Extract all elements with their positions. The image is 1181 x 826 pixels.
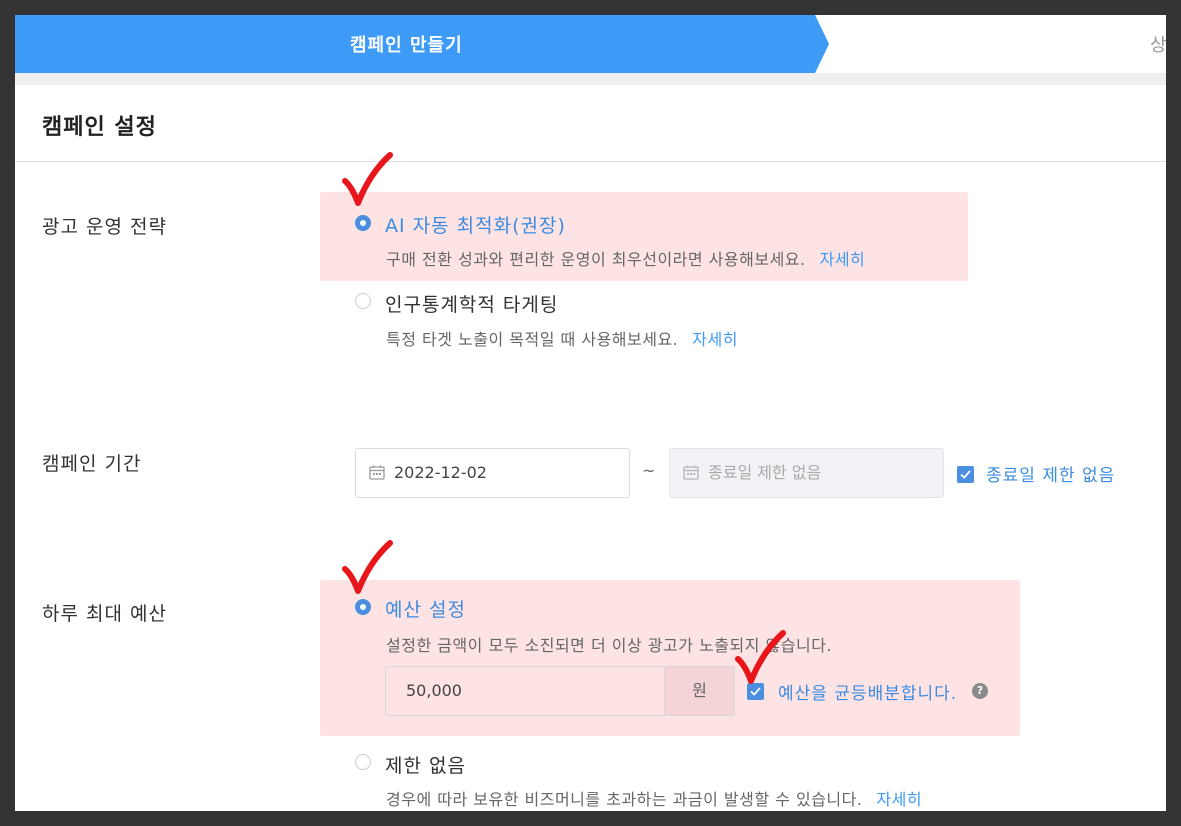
section-title: 캠페인 설정: [42, 115, 157, 140]
demographic-targeting-detail-link[interactable]: 자세히: [692, 330, 738, 349]
period-label: 캠페인 기간: [42, 453, 142, 475]
ai-optimize-title[interactable]: AI 자동 최적화(권장): [385, 211, 566, 238]
ai-optimize-desc-text: 구매 전환 성과와 편리한 운영이 최우선이라면 사용해보세요.: [386, 250, 806, 269]
calendar-icon: [683, 465, 699, 480]
radio-demographic-targeting[interactable]: [355, 293, 371, 309]
red-check-annotation: [342, 152, 393, 206]
end-date-input[interactable]: 종료일 제한 없음: [669, 448, 944, 498]
budget-label: 하루 최대 예산: [42, 603, 167, 625]
radio-budget-unlimited[interactable]: [355, 754, 371, 770]
strategy-label: 광고 운영 전략: [42, 216, 167, 238]
even-split-label[interactable]: 예산을 균등배분합니다.: [778, 679, 957, 704]
budget-unlimited-desc-text: 경우에 따라 보유한 비즈머니를 초과하는 과금이 발생할 수 있습니다.: [386, 790, 863, 809]
budget-unlimited-desc: 경우에 따라 보유한 비즈머니를 초과하는 과금이 발생할 수 있습니다. 자세히: [386, 786, 922, 810]
step-next-label[interactable]: 상: [1150, 31, 1166, 57]
checkbox-check-icon: [960, 470, 971, 479]
demographic-targeting-desc: 특정 타겟 노출이 목적일 때 사용해보세요. 자세히: [386, 326, 738, 350]
budget-unlimited-detail-link[interactable]: 자세히: [876, 790, 922, 809]
start-date-input[interactable]: 2022-12-02: [355, 448, 630, 498]
section-divider: [15, 161, 1166, 162]
radio-budget-set[interactable]: [355, 599, 371, 615]
budget-set-title[interactable]: 예산 설정: [385, 595, 466, 622]
step-arrow: [815, 15, 829, 73]
calendar-icon: [369, 465, 385, 480]
help-icon[interactable]: ?: [972, 683, 988, 699]
budget-amount-input[interactable]: 50,000: [385, 666, 665, 716]
budget-unit: 원: [665, 666, 735, 716]
ai-optimize-detail-link[interactable]: 자세히: [820, 250, 866, 269]
demographic-targeting-title[interactable]: 인구통계학적 타게팅: [385, 290, 558, 317]
stepper: 캠페인 만들기 상: [15, 15, 1166, 73]
ai-optimize-desc: 구매 전환 성과와 편리한 운영이 최우선이라면 사용해보세요. 자세히: [386, 246, 865, 270]
end-date-placeholder: 종료일 제한 없음: [708, 463, 822, 482]
no-end-date-checkbox[interactable]: [957, 466, 974, 483]
start-date-value: 2022-12-02: [394, 463, 487, 482]
campaign-creation-window: 캠페인 만들기 상 캠페인 설정 광고 운영 전략 AI 자동 최적화(권장) …: [15, 15, 1166, 811]
date-separator: ~: [642, 461, 656, 480]
stepper-gap: [15, 73, 1166, 85]
demographic-targeting-desc-text: 특정 타겟 노출이 목적일 때 사용해보세요.: [386, 330, 679, 349]
budget-unlimited-title[interactable]: 제한 없음: [385, 751, 466, 778]
no-end-date-label[interactable]: 종료일 제한 없음: [986, 461, 1115, 486]
red-check-annotation: [342, 540, 393, 594]
step-campaign-create-label: 캠페인 만들기: [350, 35, 463, 56]
budget-amount-value: 50,000: [406, 681, 462, 700]
red-check-annotation: [735, 630, 786, 684]
radio-ai-optimize[interactable]: [355, 215, 371, 231]
